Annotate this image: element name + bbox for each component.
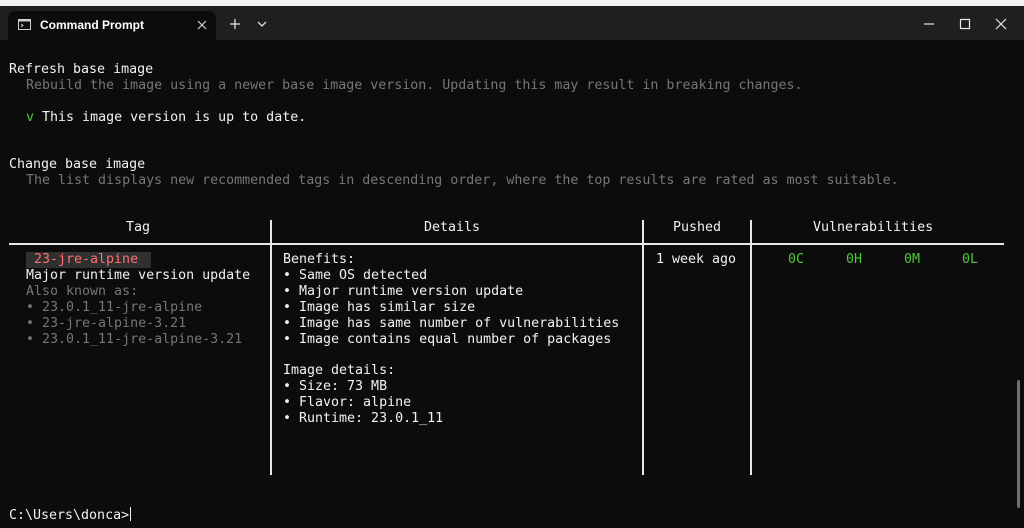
image-details-label: Image details: bbox=[283, 363, 396, 378]
tag-chip: 23-jre-alpine bbox=[26, 252, 151, 268]
check-mark: v bbox=[26, 110, 35, 125]
pushed-value: 1 week ago bbox=[656, 252, 737, 267]
refresh-description: Rebuild the image using a newer base ima… bbox=[26, 78, 803, 93]
benefit-item: • Image has same number of vulnerabiliti… bbox=[283, 316, 620, 331]
vuln-low: 0L bbox=[962, 252, 979, 267]
benefit-item: • Major runtime version update bbox=[283, 284, 524, 299]
table-divider bbox=[270, 220, 272, 475]
refresh-status: v This image version is up to date. bbox=[26, 110, 306, 126]
terminal-icon bbox=[18, 19, 31, 30]
header-tag: Tag bbox=[126, 220, 151, 235]
change-description: The list displays new recommended tags i… bbox=[26, 173, 899, 188]
table-divider bbox=[642, 220, 644, 475]
benefit-item: • Image contains equal number of package… bbox=[283, 332, 612, 347]
alias-item: • 23.0.1_11-jre-alpine bbox=[26, 300, 203, 315]
vuln-high: 0H bbox=[846, 252, 863, 267]
benefits-label: Benefits: bbox=[283, 252, 356, 267]
tab-title: Command Prompt bbox=[40, 18, 145, 32]
also-known-label: Also known as: bbox=[26, 284, 139, 299]
scrollbar[interactable] bbox=[1017, 380, 1020, 508]
refresh-status-text: This image version is up to date. bbox=[42, 110, 307, 125]
tab-command-prompt[interactable]: Command Prompt bbox=[8, 11, 216, 40]
vuln-medium: 0M bbox=[904, 252, 921, 267]
table-header-rule bbox=[9, 243, 1004, 245]
header-pushed: Pushed bbox=[673, 220, 722, 235]
prompt-text: C:\Users\donca> bbox=[9, 508, 130, 523]
vuln-critical: 0C bbox=[788, 252, 805, 267]
tag-subtitle: Major runtime version update bbox=[26, 268, 251, 283]
close-icon[interactable] bbox=[196, 19, 208, 31]
chevron-down-icon[interactable] bbox=[255, 16, 269, 32]
image-detail-item: • Size: 73 MB bbox=[283, 379, 388, 394]
window-close-icon[interactable] bbox=[991, 14, 1011, 34]
alias-item: • 23.0.1_11-jre-alpine-3.21 bbox=[26, 332, 243, 347]
header-vulnerabilities: Vulnerabilities bbox=[813, 220, 934, 235]
benefit-item: • Image has similar size bbox=[283, 300, 476, 315]
refresh-heading: Refresh base image bbox=[9, 62, 154, 77]
alias-item: • 23-jre-alpine-3.21 bbox=[26, 316, 187, 331]
image-detail-item: • Flavor: alpine bbox=[283, 395, 412, 410]
title-bar: Command Prompt bbox=[0, 6, 1024, 40]
benefit-item: • Same OS detected bbox=[283, 268, 428, 283]
change-heading: Change base image bbox=[9, 157, 146, 172]
maximize-icon[interactable] bbox=[955, 14, 975, 34]
image-detail-item: • Runtime: 23.0.1_11 bbox=[283, 411, 444, 426]
command-prompt-line[interactable]: C:\Users\donca> bbox=[9, 507, 132, 524]
tag-name: 23-jre-alpine bbox=[34, 252, 139, 267]
header-details: Details bbox=[424, 220, 481, 235]
minimize-icon[interactable] bbox=[919, 14, 939, 34]
table-divider bbox=[750, 220, 752, 475]
plus-icon[interactable] bbox=[227, 16, 243, 32]
text-cursor bbox=[130, 507, 132, 521]
